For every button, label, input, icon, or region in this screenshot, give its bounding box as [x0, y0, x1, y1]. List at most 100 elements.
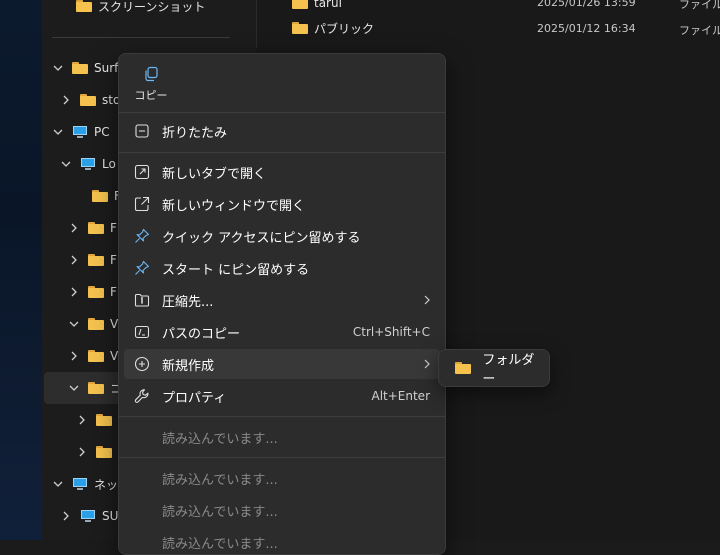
chevron-down-icon[interactable] — [50, 124, 66, 140]
file-row[interactable]: tarui — [292, 0, 342, 14]
chevron-right-icon[interactable] — [66, 252, 82, 268]
folder-icon — [88, 286, 104, 298]
menu-item-label: 新しいウィンドウで開く — [162, 198, 306, 214]
open-new-tab-icon — [134, 164, 150, 180]
computer-icon — [72, 126, 88, 138]
folder-icon — [80, 94, 96, 106]
nav-item-label: スクリーンショット — [98, 0, 206, 14]
menu-item-pin-quick-access[interactable]: クイック アクセスにピン留めする — [124, 221, 440, 251]
nav-item-label: F — [110, 253, 117, 267]
chevron-down-icon[interactable] — [58, 156, 74, 172]
chevron-right-icon[interactable] — [74, 444, 90, 460]
context-menu-toolbar: コピー — [119, 54, 445, 112]
file-date: 2025/01/26 13:59 — [537, 0, 636, 9]
file-date: 2025/01/12 16:34 — [537, 22, 636, 35]
folder-icon — [76, 0, 92, 12]
nav-item-label: Surf — [94, 61, 119, 75]
nav-item-label: V — [110, 349, 119, 363]
copy-label: コピー — [134, 89, 168, 102]
nav-item-label: F — [110, 221, 117, 235]
open-new-window-icon — [134, 196, 150, 212]
menu-item-label: クイック アクセスにピン留めする — [162, 230, 361, 246]
folder-icon — [88, 222, 104, 234]
folder-icon — [292, 22, 308, 34]
folder-icon — [96, 414, 112, 426]
chevron-down-icon[interactable] — [66, 380, 82, 396]
wrench-icon — [134, 388, 150, 404]
drive-icon — [80, 158, 96, 170]
chevron-right-icon[interactable] — [66, 348, 82, 364]
menu-item-label: パスのコピー — [162, 326, 241, 342]
chevron-right-icon[interactable] — [66, 220, 82, 236]
menu-item-label: 読み込んでいます... — [162, 472, 278, 488]
menu-item-label: スタート にピン留めする — [162, 262, 310, 278]
file-name: パブリック — [314, 21, 375, 36]
file-row[interactable]: パブリック — [292, 17, 374, 39]
menu-item-properties[interactable]: プロパティ Alt+Enter — [124, 381, 440, 411]
separator — [119, 112, 445, 113]
pin-icon — [134, 228, 150, 244]
nav-item-label: V — [110, 317, 119, 331]
menu-item-compress-to[interactable]: 圧縮先... — [124, 285, 440, 315]
chevron-right-icon[interactable] — [58, 508, 74, 524]
copy-path-icon — [134, 324, 150, 340]
menu-item-loading: 読み込んでいます... — [124, 422, 440, 452]
chevron-down-icon[interactable] — [50, 476, 66, 492]
menu-item-label: 読み込んでいます... — [162, 431, 278, 447]
nav-item-label: SU — [102, 509, 119, 523]
nav-item-label: ネッ — [94, 477, 119, 492]
nav-item-screenshots[interactable]: スクリーンショット — [76, 0, 256, 22]
chevron-right-icon[interactable] — [66, 284, 82, 300]
folder-icon — [455, 362, 472, 374]
shortcut-label: Ctrl+Shift+C — [352, 325, 430, 339]
menu-item-pin-start[interactable]: スタート にピン留めする — [124, 253, 440, 283]
separator — [119, 457, 445, 458]
chevron-down-icon[interactable] — [50, 60, 66, 76]
add-circle-icon — [134, 356, 150, 372]
collapse-icon — [134, 123, 150, 139]
desktop-background — [0, 0, 42, 540]
menu-item-collapse[interactable]: 折りたたみ — [124, 116, 440, 146]
folder-icon — [96, 446, 112, 458]
pane-divider — [256, 0, 257, 48]
menu-item-label: プロパティ — [162, 390, 227, 406]
chevron-down-icon[interactable] — [66, 316, 82, 332]
context-menu: コピー 折りたたみ 新しいタブで開く 新しいウィンドウで開く クイック アクセス… — [118, 53, 446, 555]
separator — [119, 416, 445, 417]
folder-icon — [92, 190, 108, 202]
network-icon — [72, 478, 88, 490]
folder-icon — [88, 350, 104, 362]
menu-item-copy-path[interactable]: パスのコピー Ctrl+Shift+C — [124, 317, 440, 347]
file-type: ファイル — [679, 24, 720, 37]
copy-button[interactable]: コピー — [131, 62, 171, 106]
nav-item-label: PC — [94, 125, 110, 139]
menu-item-label: 読み込んでいます... — [162, 536, 278, 552]
menu-item-open-new-tab[interactable]: 新しいタブで開く — [124, 157, 440, 187]
chevron-right-icon — [424, 295, 430, 305]
menu-item-label: 折りたたみ — [162, 125, 228, 141]
menu-item-open-new-window[interactable]: 新しいウィンドウで開く — [124, 189, 440, 219]
menu-item-label: 新しいタブで開く — [162, 166, 267, 182]
nav-item-label: Lo — [102, 157, 116, 171]
chevron-right-icon[interactable] — [58, 92, 74, 108]
file-name: tarui — [314, 0, 342, 10]
submenu-item-label: フォルダー — [482, 353, 535, 387]
menu-item-loading: 読み込んでいます... — [124, 527, 440, 554]
nav-item-label: F — [110, 285, 117, 299]
zip-folder-icon — [134, 292, 150, 308]
menu-item-label: 圧縮先... — [162, 294, 214, 310]
chevron-right-icon[interactable] — [74, 412, 90, 428]
new-submenu: フォルダー — [438, 349, 550, 387]
menu-item-loading: 読み込んでいます... — [124, 495, 440, 525]
separator — [119, 152, 445, 153]
divider — [52, 37, 230, 38]
menu-item-label: 読み込んでいます... — [162, 504, 278, 520]
folder-icon — [88, 318, 104, 330]
menu-item-label: 新規作成 — [162, 358, 215, 374]
submenu-item-folder[interactable]: フォルダー — [443, 353, 545, 387]
folder-icon — [292, 0, 308, 9]
folder-icon — [88, 254, 104, 266]
menu-item-new[interactable]: 新規作成 — [124, 349, 440, 379]
folder-icon — [88, 382, 104, 394]
folder-icon — [72, 62, 88, 74]
